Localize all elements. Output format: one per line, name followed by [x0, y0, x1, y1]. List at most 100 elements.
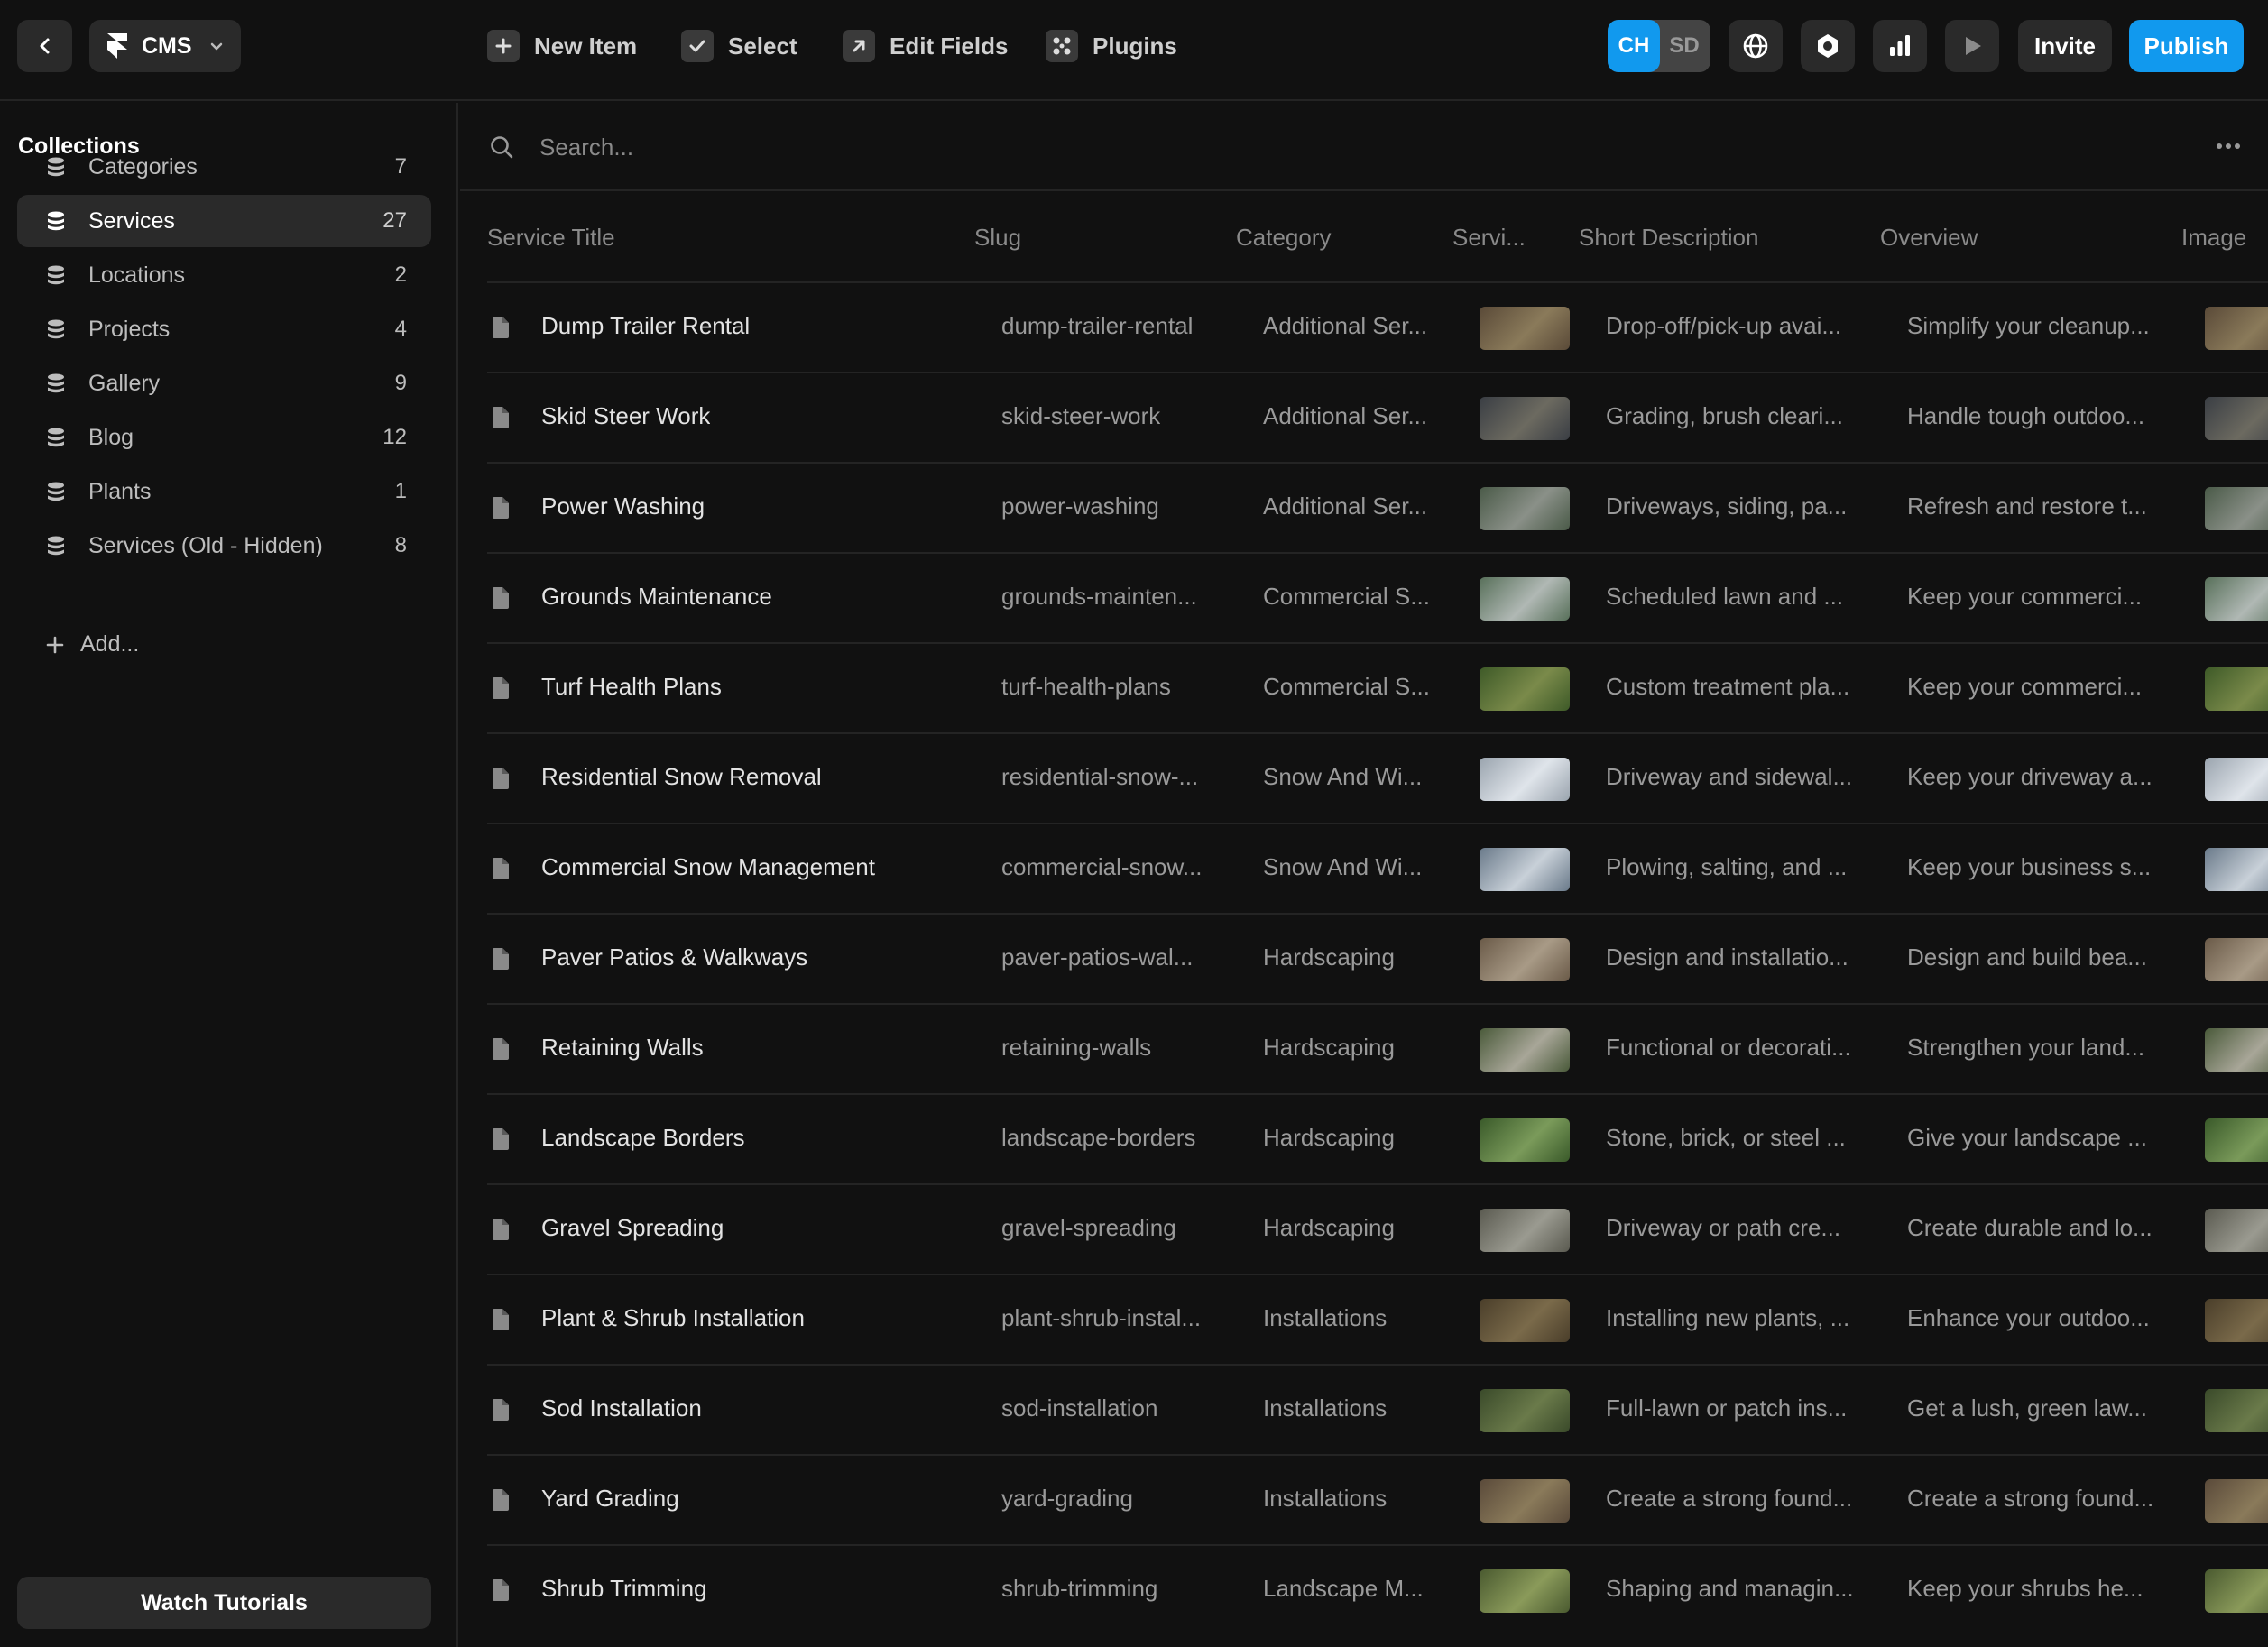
sidebar-item-label: Blog	[88, 424, 134, 450]
category-cell: Hardscaping	[1263, 1034, 1395, 1061]
select-button[interactable]: Select	[681, 27, 797, 65]
table-row[interactable]: Grounds Maintenance grounds-mainten... Com…	[487, 552, 2268, 642]
service-title-cell: Commercial Snow Management	[541, 853, 875, 880]
chevron-left-icon	[40, 38, 49, 54]
slug-cell: retaining-walls	[1001, 1034, 1152, 1061]
analytics-button[interactable]	[1873, 20, 1927, 72]
table-row[interactable]: Plant & Shrub Installation plant-shrub-in…	[487, 1274, 2268, 1364]
document-icon	[491, 1578, 511, 1606]
image-thumbnail	[2205, 848, 2268, 891]
service-image-thumbnail	[1480, 848, 1570, 891]
sidebar-item-gallery[interactable]: Gallery 9	[17, 357, 431, 409]
arrow-up-right-icon	[843, 30, 875, 62]
overview-cell: Give your landscape ...	[1907, 1124, 2147, 1151]
plugins-button[interactable]: Plugins	[1046, 27, 1177, 65]
avatar-sd[interactable]: SD	[1658, 20, 1710, 72]
table-row[interactable]: Power Washing power-washing Additional Ser…	[487, 462, 2268, 552]
service-image-thumbnail	[1480, 938, 1570, 981]
table-row[interactable]: Turf Health Plans turf-health-plans Commer…	[487, 642, 2268, 732]
sidebar-item-label: Projects	[88, 316, 171, 342]
image-thumbnail	[2205, 1299, 2268, 1342]
service-title-cell: Shrub Trimming	[541, 1575, 707, 1602]
watch-tutorials-button[interactable]: Watch Tutorials	[17, 1577, 431, 1629]
table-row[interactable]: Shrub Trimming shrub-trimming Landscape M.…	[487, 1544, 2268, 1634]
column-header-short-description[interactable]: Short Description	[1579, 224, 1758, 252]
cms-label: CMS	[142, 32, 192, 59]
service-title-cell: Turf Health Plans	[541, 673, 722, 700]
table-row[interactable]: Dump Trailer Rental dump-trailer-rental Ad…	[487, 281, 2268, 372]
invite-button[interactable]: Invite	[2018, 20, 2112, 72]
sidebar-item-blog[interactable]: Blog 12	[17, 411, 431, 464]
slug-cell: shrub-trimming	[1001, 1575, 1158, 1602]
publish-button[interactable]: Publish	[2129, 20, 2244, 72]
overview-cell: Design and build bea...	[1907, 943, 2147, 971]
search-bar	[460, 103, 2268, 191]
document-icon	[491, 857, 511, 885]
sidebar-item-projects[interactable]: Projects 4	[17, 303, 431, 355]
table-row[interactable]: Skid Steer Work skid-steer-work Additional…	[487, 372, 2268, 462]
overview-cell: Enhance your outdoo...	[1907, 1304, 2150, 1331]
overview-cell: Handle tough outdoo...	[1907, 402, 2145, 429]
table-row[interactable]: Sod Installation sod-installation Installa…	[487, 1364, 2268, 1454]
table-row[interactable]: Gravel Spreading gravel-spreading Hardscap…	[487, 1183, 2268, 1274]
short-description-cell: Installing new plants, ...	[1606, 1304, 1850, 1331]
collection-content: Service Title Slug Category Servi... Sho…	[460, 103, 2268, 1647]
image-thumbnail	[2205, 1028, 2268, 1072]
settings-button[interactable]	[1801, 20, 1855, 72]
slug-cell: yard-grading	[1001, 1485, 1133, 1512]
table-row[interactable]: Commercial Snow Management commercial-sno…	[487, 823, 2268, 913]
overview-cell: Keep your commerci...	[1907, 583, 2143, 610]
preview-button[interactable]	[1945, 20, 1999, 72]
add-collection-button[interactable]: Add...	[46, 631, 139, 658]
category-cell: Hardscaping	[1263, 943, 1395, 971]
table-row[interactable]: Landscape Borders landscape-borders Hardsc…	[487, 1093, 2268, 1183]
back-button[interactable]	[17, 20, 72, 72]
search-input[interactable]	[539, 126, 1622, 168]
column-header-overview[interactable]: Overview	[1880, 224, 1978, 252]
category-cell: Installations	[1263, 1304, 1388, 1331]
image-thumbnail	[2205, 1389, 2268, 1432]
new-item-button[interactable]: New Item	[487, 27, 637, 65]
edit-fields-button[interactable]: Edit Fields	[843, 27, 1008, 65]
table-row[interactable]: Retaining Walls retaining-walls Hardscapin…	[487, 1003, 2268, 1093]
database-icon	[45, 373, 67, 400]
service-image-thumbnail	[1480, 1209, 1570, 1252]
image-thumbnail	[2205, 1569, 2268, 1613]
table-row[interactable]: Yard Grading yard-grading Installations Cre…	[487, 1454, 2268, 1544]
sidebar-item-plants[interactable]: Plants 1	[17, 465, 431, 518]
column-header-service-image[interactable]: Servi...	[1452, 224, 1526, 252]
sidebar-item-locations[interactable]: Locations 2	[17, 249, 431, 301]
image-thumbnail	[2205, 307, 2268, 350]
sidebar-item-services[interactable]: Services 27	[17, 195, 431, 247]
slug-cell: commercial-snow...	[1001, 853, 1203, 880]
service-title-cell: Dump Trailer Rental	[541, 312, 751, 339]
short-description-cell: Driveway and sidewal...	[1606, 763, 1853, 790]
short-description-cell: Drop-off/pick-up avai...	[1606, 312, 1842, 339]
bar-chart-icon	[1890, 35, 1910, 56]
column-header-category[interactable]: Category	[1236, 224, 1332, 252]
document-icon	[491, 1127, 511, 1155]
column-header-image[interactable]: Image	[2181, 224, 2246, 252]
avatar-ch[interactable]: CH	[1608, 20, 1660, 72]
short-description-cell: Custom treatment pla...	[1606, 673, 1850, 700]
top-toolbar: CMS New Item Select Edit Fields Plugins …	[0, 0, 2268, 101]
category-cell: Additional Ser...	[1263, 312, 1428, 339]
column-header-slug[interactable]: Slug	[974, 224, 1021, 252]
service-title-cell: Retaining Walls	[541, 1034, 704, 1061]
service-image-thumbnail	[1480, 1028, 1570, 1072]
service-image-thumbnail	[1480, 758, 1570, 801]
plugins-icon	[1046, 30, 1078, 62]
sidebar-item-categories[interactable]: Categories 7	[17, 141, 431, 193]
image-thumbnail	[2205, 487, 2268, 530]
more-options-icon[interactable]	[2216, 143, 2241, 150]
slug-cell: turf-health-plans	[1001, 673, 1171, 700]
sidebar-item-services-old-hidden[interactable]: Services (Old - Hidden) 8	[17, 520, 431, 572]
table-row[interactable]: Paver Patios & Walkways paver-patios-wal.…	[487, 913, 2268, 1003]
document-icon	[491, 406, 511, 434]
plugins-label: Plugins	[1093, 32, 1177, 60]
cms-project-dropdown[interactable]: CMS	[89, 20, 241, 72]
globe-button[interactable]	[1729, 20, 1783, 72]
column-header-service-title[interactable]: Service Title	[487, 224, 615, 252]
table-row[interactable]: Residential Snow Removal residential-snow…	[487, 732, 2268, 823]
short-description-cell: Scheduled lawn and ...	[1606, 583, 1844, 610]
